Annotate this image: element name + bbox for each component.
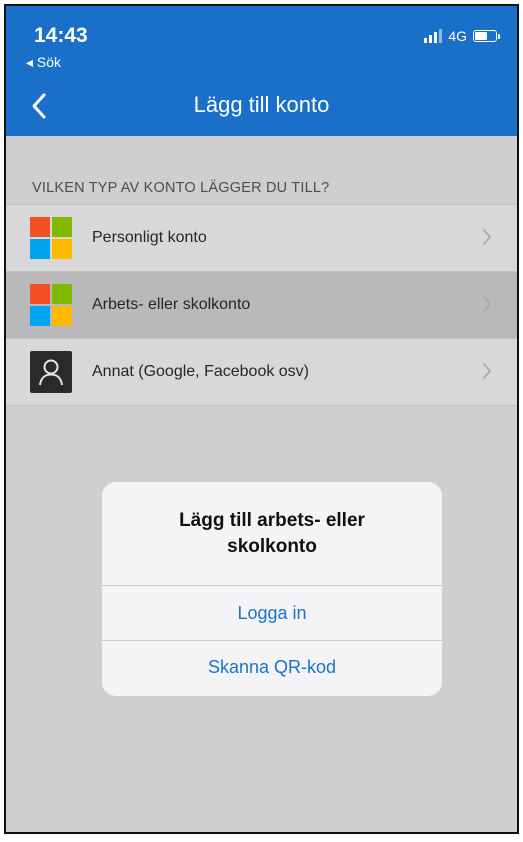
account-option-other[interactable]: Annat (Google, Facebook osv) — [6, 338, 517, 406]
chevron-right-icon — [483, 229, 491, 245]
dialog-title: Lägg till arbets- eller skolkonto — [102, 482, 442, 586]
status-indicators: 4G — [424, 28, 500, 44]
phone-screen: 14:43 ◂ Sök 4G Lägg till konto VILKEN TY… — [4, 4, 519, 834]
battery-icon — [473, 30, 500, 42]
microsoft-logo-icon — [30, 284, 72, 326]
sign-in-button[interactable]: Logga in — [102, 586, 442, 640]
account-option-label: Annat (Google, Facebook osv) — [92, 363, 310, 380]
scan-qr-code-button[interactable]: Skanna QR-kod — [102, 640, 442, 694]
signal-icon — [424, 29, 443, 43]
account-type-list: Personligt konto Arbets- eller skolkonto — [6, 204, 517, 406]
status-time: 14:43 — [34, 24, 88, 47]
network-type: 4G — [448, 28, 467, 44]
person-icon — [30, 351, 72, 393]
page-title: Lägg till konto — [193, 92, 330, 117]
back-to-app-link[interactable]: ◂ Sök — [26, 54, 61, 71]
account-option-label: Arbets- eller skolkonto — [92, 296, 251, 313]
account-option-label: Personligt konto — [92, 229, 207, 246]
add-work-account-dialog: Lägg till arbets- eller skolkonto Logga … — [102, 482, 442, 696]
chevron-right-icon — [483, 363, 491, 379]
chevron-right-icon — [483, 296, 491, 312]
section-header: VILKEN TYP AV KONTO LÄGGER DU TILL? — [32, 180, 330, 196]
account-option-work-school[interactable]: Arbets- eller skolkonto — [6, 271, 517, 338]
microsoft-logo-icon — [30, 217, 72, 259]
top-bar: 14:43 ◂ Sök 4G Lägg till konto — [6, 6, 517, 136]
account-option-personal[interactable]: Personligt konto — [6, 204, 517, 271]
